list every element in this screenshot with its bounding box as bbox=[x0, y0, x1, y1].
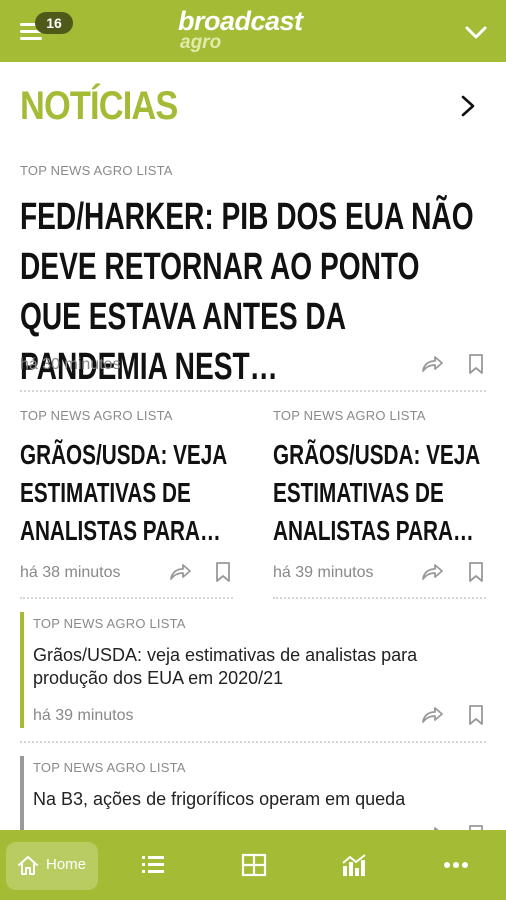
column-2-time: há 39 minutos bbox=[273, 564, 374, 581]
list-item[interactable]: TOP NEWS AGRO LISTA Na B3, ações de frig… bbox=[20, 756, 486, 830]
share-icon[interactable] bbox=[420, 561, 444, 583]
column-1-headline[interactable]: GRÃOS/USDA: VEJA ESTIMATIVAS DE ANALISTA… bbox=[20, 436, 242, 550]
list-item-time: há 39 minutos bbox=[33, 707, 134, 724]
share-icon[interactable] bbox=[168, 561, 192, 583]
share-icon[interactable] bbox=[420, 353, 444, 375]
list-item-headline[interactable]: Grãos/USDA: veja estimativas de analista… bbox=[33, 644, 473, 690]
list-item-tag: TOP NEWS AGRO LISTA bbox=[33, 616, 186, 631]
section-title: NOTÍCIAS bbox=[20, 84, 178, 128]
divider bbox=[20, 741, 486, 743]
nav-home-label: Home bbox=[46, 856, 87, 873]
list-item-tag: TOP NEWS AGRO LISTA bbox=[33, 760, 186, 775]
app-logo: broadcast agro bbox=[178, 6, 338, 56]
more-icon[interactable] bbox=[442, 852, 470, 878]
list-icon[interactable] bbox=[139, 852, 167, 878]
bookmark-icon[interactable] bbox=[464, 353, 488, 375]
bottom-navigation: Home bbox=[0, 830, 506, 900]
grid-icon[interactable] bbox=[240, 852, 268, 878]
bookmark-icon[interactable] bbox=[211, 561, 235, 583]
chart-icon[interactable] bbox=[340, 852, 368, 878]
accent-bar bbox=[20, 612, 24, 728]
accent-bar bbox=[20, 756, 24, 830]
column-1-time: há 38 minutos bbox=[20, 564, 121, 581]
logo-sub-text: agro bbox=[180, 32, 222, 53]
chevron-right-icon[interactable] bbox=[456, 92, 480, 120]
divider bbox=[20, 597, 233, 599]
top-bar: 16 broadcast agro bbox=[0, 0, 506, 62]
list-item[interactable]: TOP NEWS AGRO LISTA Grãos/USDA: veja est… bbox=[20, 612, 486, 730]
column-2-headline[interactable]: GRÃOS/USDA: VEJA ESTIMATIVAS DE ANALISTA… bbox=[273, 436, 495, 550]
list-item-headline[interactable]: Na B3, ações de frigoríficos operam em q… bbox=[33, 788, 473, 811]
notification-badge: 16 bbox=[35, 12, 73, 34]
featured-tag: TOP NEWS AGRO LISTA bbox=[20, 163, 173, 178]
home-icon bbox=[18, 856, 38, 875]
bookmark-icon[interactable] bbox=[464, 704, 488, 726]
column-1-tag: TOP NEWS AGRO LISTA bbox=[20, 408, 173, 423]
featured-time: há 30 minutos bbox=[20, 356, 121, 373]
nav-home-button[interactable]: Home bbox=[6, 842, 98, 890]
bookmark-icon[interactable] bbox=[464, 561, 488, 583]
chevron-down-icon[interactable] bbox=[462, 20, 490, 44]
share-icon[interactable] bbox=[420, 704, 444, 726]
divider bbox=[273, 597, 486, 599]
column-2-tag: TOP NEWS AGRO LISTA bbox=[273, 408, 426, 423]
divider bbox=[20, 390, 486, 392]
